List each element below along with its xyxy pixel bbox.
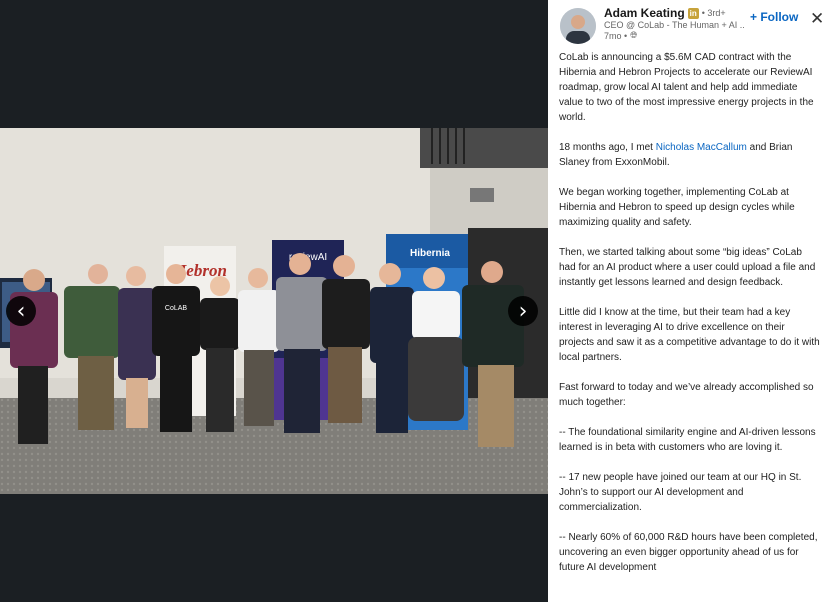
mention-link[interactable]: Nicholas MacCallum	[656, 142, 747, 153]
next-image-button[interactable]: ›	[508, 296, 538, 326]
author-name[interactable]: Adam Keating	[604, 6, 685, 20]
author-headline: CEO @ CoLab - The Human + AI ...	[604, 20, 744, 30]
image-viewer: Hebron reviewAI Hibernia	[0, 0, 548, 602]
post-header: Adam Keating in • 3rd+ CEO @ CoLab - The…	[548, 0, 827, 48]
avatar-illustration	[560, 8, 596, 44]
person-6	[238, 268, 280, 426]
chevron-left-icon: ‹	[16, 298, 26, 324]
connection-degree: • 3rd+	[701, 8, 726, 18]
banner-hibernia-label: Hibernia	[410, 248, 450, 259]
chevron-right-icon: ›	[518, 298, 528, 324]
previous-image-button[interactable]: ‹	[6, 296, 36, 326]
post-panel: Adam Keating in • 3rd+ CEO @ CoLab - The…	[548, 0, 827, 602]
post-text-segment: 18 months ago, I met	[559, 142, 656, 153]
person-9	[370, 263, 414, 433]
person-5	[200, 276, 240, 432]
post-timestamp: 7mo •	[604, 31, 628, 41]
post-paragraph: -- Nearly 60% of 60,000 R&D hours have b…	[559, 532, 818, 573]
post-paragraph: 18 months ago, I met Nicholas MacCallum …	[559, 140, 821, 170]
group-photo-illustration: Hebron reviewAI Hibernia	[0, 128, 548, 494]
follow-button[interactable]: + Follow	[750, 10, 798, 24]
post-paragraph: -- 17 new people have joined our team at…	[559, 472, 802, 513]
linkedin-premium-icon: in	[687, 7, 699, 19]
post-time: 7mo • 🌐︎	[604, 31, 637, 41]
post-body: CoLab is announcing a $5.6M CAD contract…	[559, 50, 821, 590]
post-paragraph: Little did I know at the time, but their…	[559, 307, 820, 363]
post-photo: Hebron reviewAI Hibernia	[0, 128, 548, 494]
shirt-logo: CoLAB	[165, 305, 188, 312]
close-icon[interactable]: ✕	[810, 9, 824, 29]
post-paragraph: CoLab is announcing a $5.6M CAD contract…	[559, 52, 814, 123]
post-paragraph: Then, we started talking about some “big…	[559, 247, 816, 288]
globe-icon: 🌐︎	[630, 31, 638, 41]
author-avatar[interactable]	[560, 8, 596, 44]
author-name-row: Adam Keating in • 3rd+	[604, 6, 726, 20]
post-paragraph: Fast forward to today and we’ve already …	[559, 382, 814, 408]
post-paragraph: We began working together, implementing …	[559, 187, 795, 228]
post-paragraph: -- The foundational similarity engine an…	[559, 427, 816, 453]
